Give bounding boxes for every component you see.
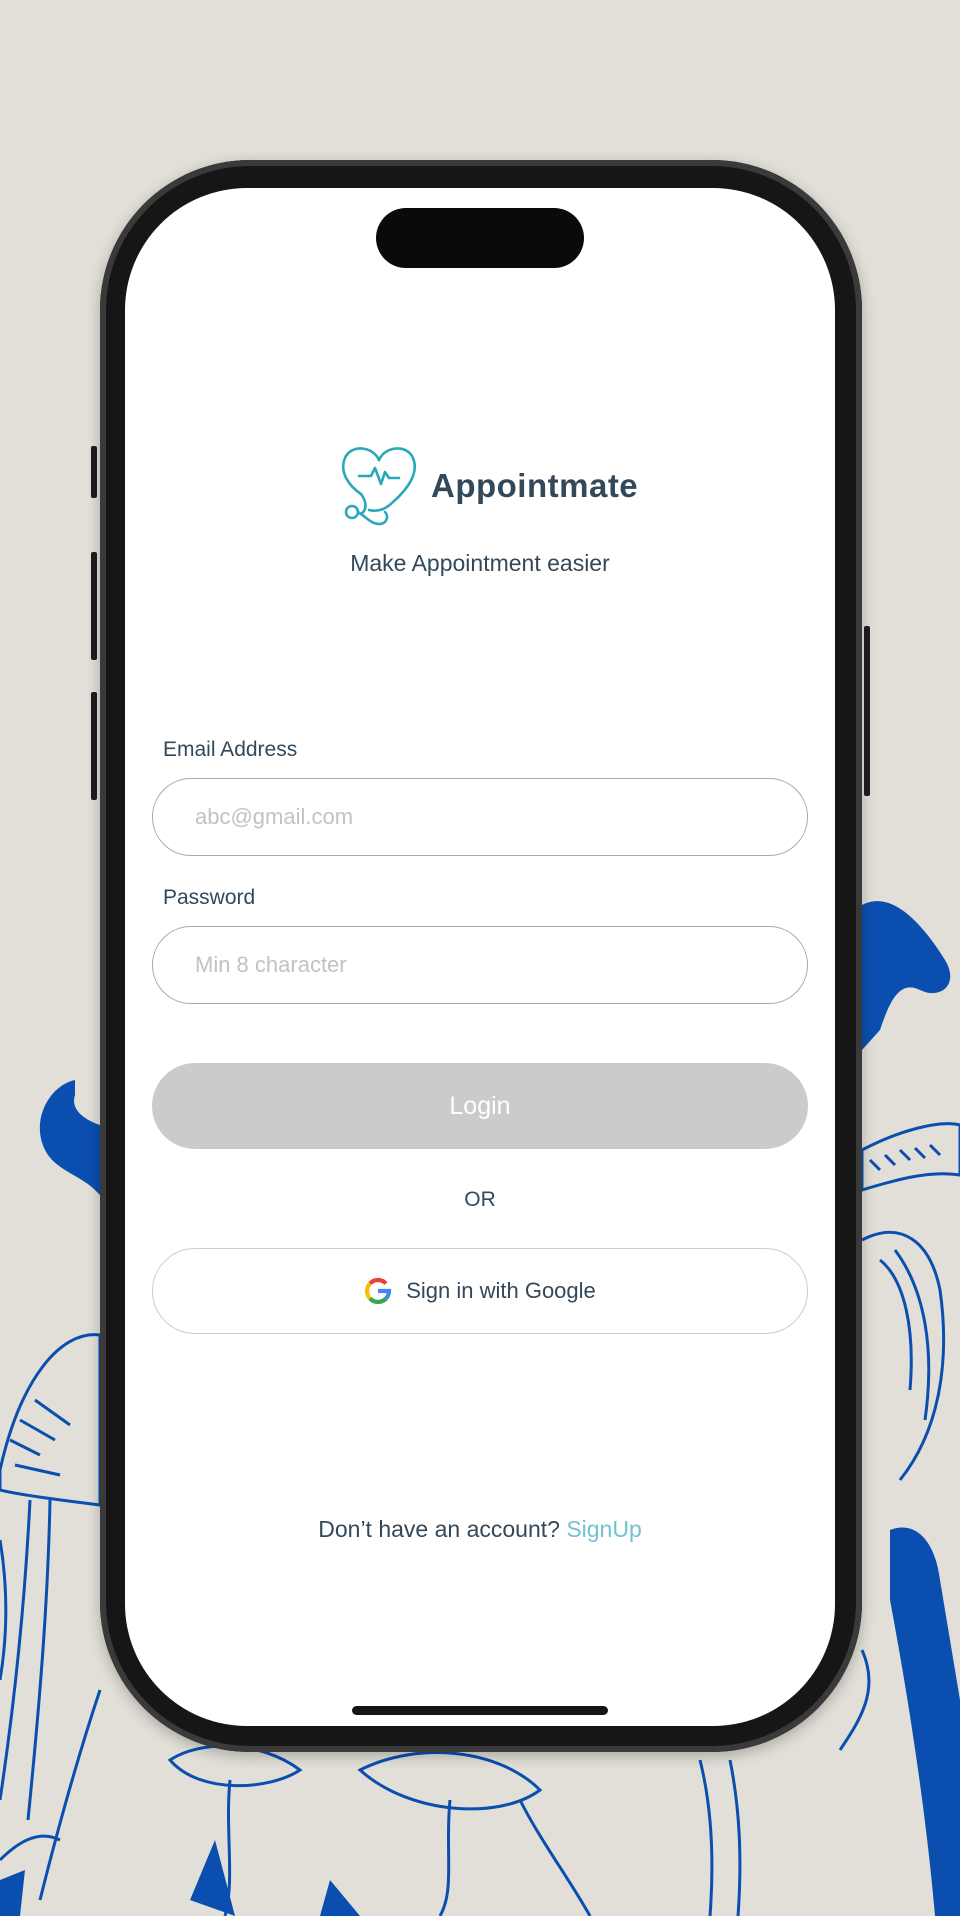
email-input[interactable] bbox=[152, 778, 808, 856]
phone-screen: Appointmate Make Appointment easier Emai… bbox=[125, 188, 835, 1726]
password-label: Password bbox=[163, 886, 256, 909]
blue-stem-right bbox=[890, 1527, 960, 1916]
app-logo: Appointmate bbox=[337, 440, 638, 532]
action-button bbox=[91, 446, 97, 498]
google-g-icon bbox=[365, 1277, 392, 1304]
blue-s-shape-left bbox=[39, 1080, 100, 1195]
volume-up-button bbox=[91, 552, 97, 660]
email-label: Email Address bbox=[163, 738, 298, 761]
google-signin-button[interactable]: Sign in with Google bbox=[152, 1248, 808, 1334]
volume-down-button bbox=[91, 692, 97, 800]
signup-prompt: Don’t have an account? SignUp bbox=[125, 1516, 835, 1543]
or-divider: OR bbox=[464, 1188, 496, 1211]
signup-link[interactable]: SignUp bbox=[566, 1516, 641, 1542]
dynamic-island bbox=[376, 208, 584, 268]
blue-s-shape-right bbox=[862, 901, 951, 1050]
home-indicator bbox=[352, 1706, 608, 1715]
mushroom-cap-left bbox=[0, 1333, 102, 1507]
app-name: Appointmate bbox=[431, 467, 639, 504]
mushroom-cap-right bbox=[860, 1122, 960, 1193]
app-tagline: Make Appointment easier bbox=[350, 550, 610, 576]
login-button[interactable]: Login bbox=[152, 1063, 808, 1149]
password-input[interactable] bbox=[152, 926, 808, 1004]
google-signin-label: Sign in with Google bbox=[406, 1278, 596, 1303]
signup-prompt-text: Don’t have an account? bbox=[318, 1516, 560, 1542]
power-button bbox=[864, 626, 870, 796]
heart-stethoscope-icon bbox=[341, 447, 416, 526]
